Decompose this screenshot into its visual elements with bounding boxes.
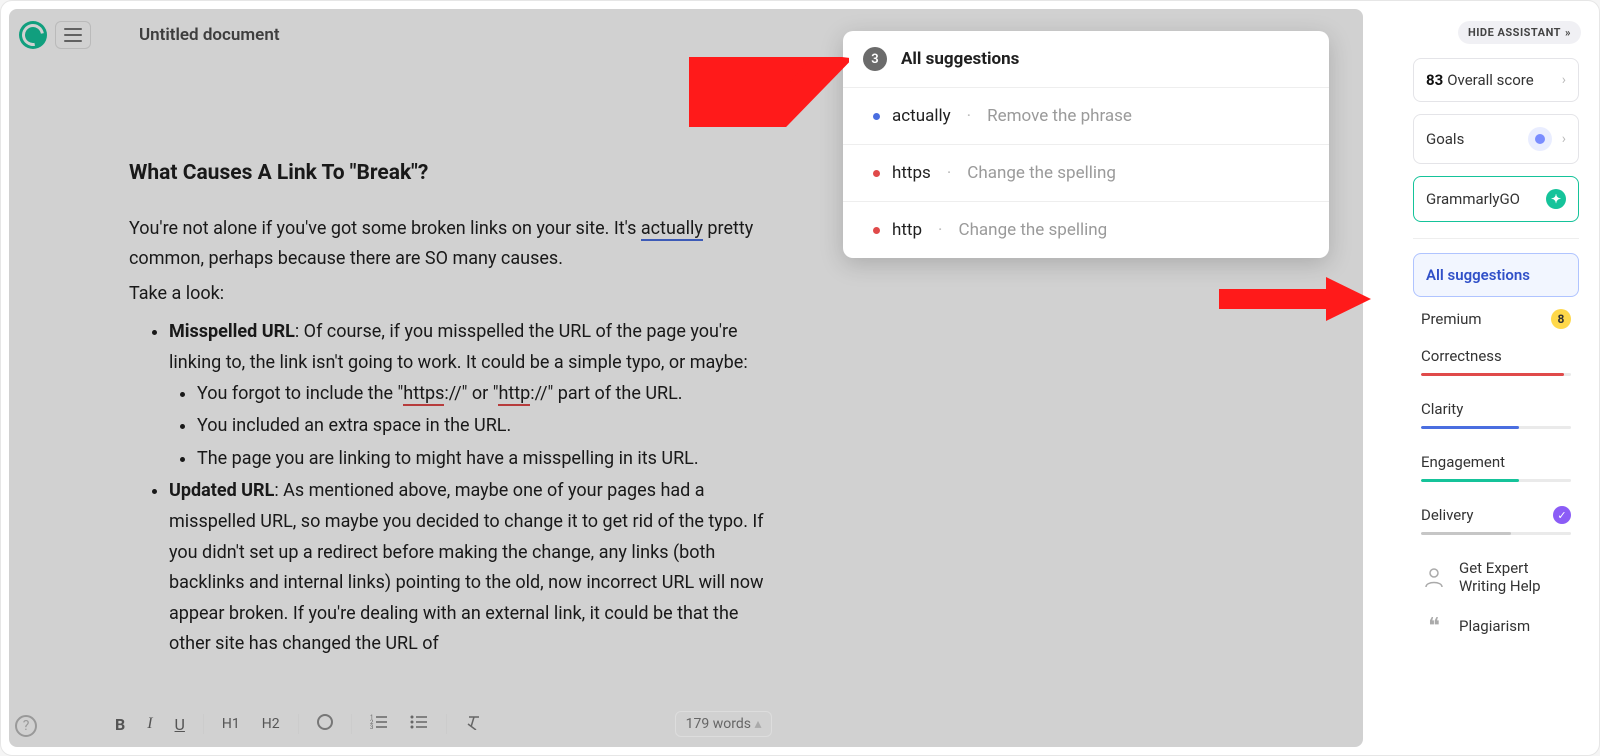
premium-row[interactable]: Premium 8 [1421,309,1571,329]
list-item: Updated URL: As mentioned above, maybe o… [169,476,769,660]
dot-icon [873,113,880,120]
category-delivery[interactable]: Delivery ✓ [1421,506,1571,535]
list-item: You included an extra space in the URL. [197,411,769,442]
menu-button[interactable] [55,21,91,49]
suggestion-item[interactable]: actually · Remove the phrase [843,88,1329,145]
popup-header: 3 All suggestions [843,31,1329,88]
doc-heading: What Causes A Link To "Break"? [129,156,769,192]
suggestion-item[interactable]: https · Change the spelling [843,145,1329,202]
suggestion-item[interactable]: http · Change the spelling [843,202,1329,258]
premium-count-badge: 8 [1551,309,1571,329]
suggestion-word: http [892,220,922,240]
assistant-panel: HIDE ASSISTANT» 83Overall score › Goals … [1403,11,1589,745]
bold-button[interactable]: B [111,713,129,736]
underline-button[interactable]: U [171,713,189,736]
grammarlygo-card[interactable]: GrammarlyGO ✦ [1413,176,1579,222]
h1-button[interactable]: H1 [218,714,244,734]
list-item: The page you are linking to might have a… [197,444,769,475]
format-toolbar: B I U H1 H2 123 179 words ▴ [111,711,772,737]
goal-dot-icon [1528,127,1552,151]
chevron-right-icon: › [1562,72,1566,88]
link-icon [313,711,336,734]
help-icon[interactable]: ? [15,715,37,737]
popup-title: All suggestions [901,49,1019,69]
numbered-list-icon: 123 [370,714,388,730]
grammarlygo-icon: ✦ [1546,189,1566,209]
overall-score-card[interactable]: 83Overall score › [1413,58,1579,102]
all-suggestions-tab[interactable]: All suggestions [1413,253,1579,297]
chevron-right-icon: › [1562,131,1566,147]
dot-icon [873,227,880,234]
chevron-right-icon: » [1565,26,1571,39]
clear-format-button[interactable] [461,712,487,736]
list-item: Misspelled URL: Of course, if you misspe… [169,317,769,474]
document-title[interactable]: Untitled document [139,25,280,45]
suggestion-word: https [892,163,931,183]
suggestion-hint: Change the spelling [959,220,1108,240]
list-item: You forgot to include the "https://" or … [197,379,769,410]
category-clarity[interactable]: Clarity [1421,400,1571,429]
check-icon: ✓ [1553,506,1571,524]
doc-paragraph: Take a look: [129,279,769,310]
document-body[interactable]: What Causes A Link To "Break"? You're no… [129,156,769,662]
underline-http[interactable]: http [498,383,530,406]
annotation-arrow [689,57,849,127]
expert-help-row[interactable]: Get ExpertWriting Help [1421,559,1571,595]
dot-icon [873,170,880,177]
suggestion-hint: Change the spelling [967,163,1116,183]
word-count[interactable]: 179 words ▴ [675,711,773,737]
underline-actually[interactable]: actually [641,218,703,241]
category-engagement[interactable]: Engagement [1421,453,1571,482]
suggestion-word: actually [892,106,951,126]
hide-assistant-button[interactable]: HIDE ASSISTANT» [1458,21,1581,44]
suggestion-count-badge: 3 [863,47,887,71]
suggestion-hint: Remove the phrase [987,106,1132,126]
suggestions-popup: 3 All suggestions actually · Remove the … [843,31,1329,258]
goals-card[interactable]: Goals › [1413,114,1579,164]
svg-text:3: 3 [370,724,373,730]
category-correctness[interactable]: Correctness [1421,347,1571,376]
underline-https[interactable]: https [403,383,444,406]
link-button[interactable] [313,712,337,736]
grammarly-logo-icon[interactable] [19,21,47,49]
quote-icon: ❝ [1421,613,1447,639]
clear-format-icon [465,714,483,730]
bullet-list-icon [410,714,428,730]
bullet-list-button[interactable] [406,712,432,736]
annotation-arrow [1211,269,1371,329]
person-icon [1421,565,1447,589]
h2-button[interactable]: H2 [258,714,284,734]
doc-paragraph: You're not alone if you've got some brok… [129,214,769,275]
numbered-list-button[interactable]: 123 [366,712,392,736]
italic-button[interactable]: I [143,713,156,735]
plagiarism-row[interactable]: ❝ Plagiarism [1421,613,1571,639]
